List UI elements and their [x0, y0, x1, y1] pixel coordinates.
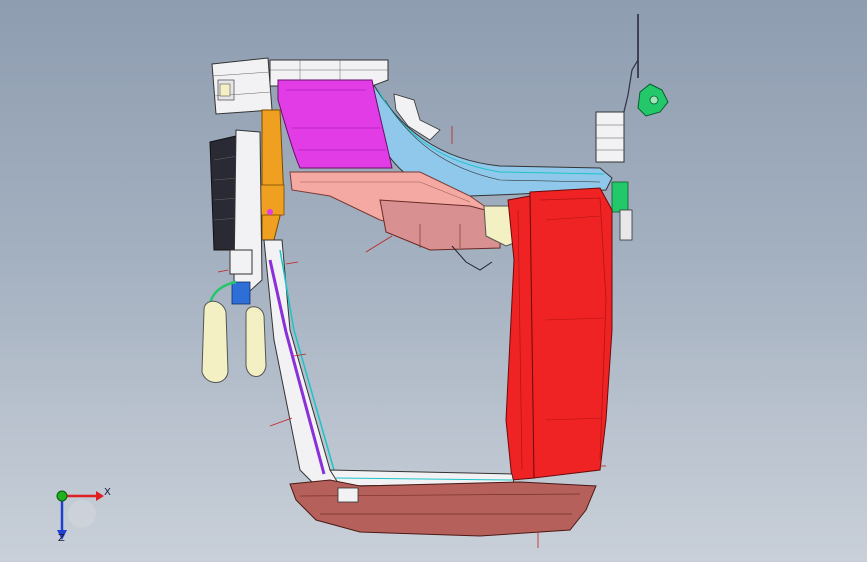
cream-reservoir-right[interactable]	[245, 306, 267, 377]
rocker-sill-panel[interactable]	[289, 479, 597, 537]
cad-3d-viewport[interactable]: X Z	[0, 0, 867, 562]
green-latch[interactable]	[611, 181, 629, 213]
leader-line	[285, 261, 299, 265]
magenta-pillar-panel[interactable]	[277, 79, 393, 169]
axis-x-label: X	[104, 487, 111, 498]
cream-reservoir-left[interactable]	[201, 300, 229, 383]
cream-tab	[219, 83, 231, 97]
hinge-mount-block[interactable]	[595, 111, 625, 163]
axis-z-label: Z	[58, 533, 65, 544]
coordinate-triad: X Z	[44, 482, 124, 552]
white-connector-box[interactable]	[229, 249, 253, 275]
red-rear-door-panel[interactable]	[525, 187, 613, 479]
leader-line	[217, 269, 229, 273]
vehicle-side-frame-model[interactable]	[0, 0, 867, 562]
orange-pillar-bracket[interactable]	[261, 109, 285, 241]
leader-line	[365, 235, 393, 253]
coordinate-triad-icon	[56, 490, 104, 540]
b-pillar-lower-rail[interactable]	[263, 239, 347, 491]
hinge-hole	[649, 95, 659, 105]
leader-line	[269, 417, 293, 427]
